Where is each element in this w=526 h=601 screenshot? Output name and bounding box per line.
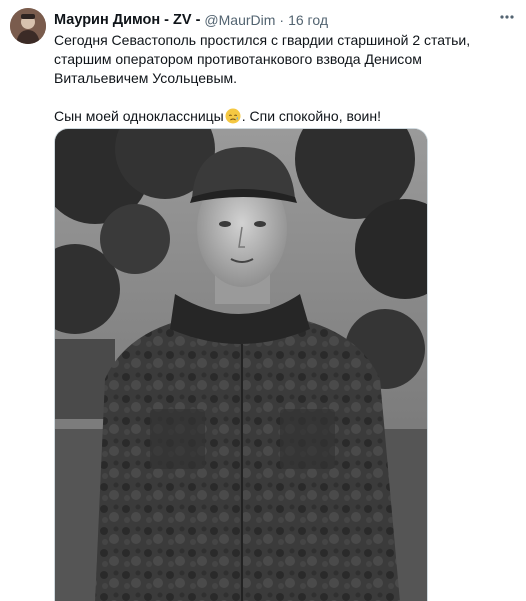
tweet-text-part: . Спи спокойно, воин! [241, 108, 381, 124]
separator-dot: · [279, 12, 285, 28]
tweet-text-part: Сын моей одноклассницы [54, 108, 224, 124]
tweet-text-paragraph-1: Сегодня Севастополь простился с гвардии … [54, 32, 471, 86]
avatar[interactable] [10, 8, 46, 44]
tweet-header: Маурин Димон - ZV - @MaurDim · 16 год [54, 10, 496, 30]
crying-face-emoji-icon [225, 108, 241, 124]
tweet: Маурин Димон - ZV - @MaurDim · 16 год Се… [0, 0, 526, 601]
portrait-photo-image [55, 129, 427, 601]
tweet-photo[interactable] [54, 128, 428, 601]
more-dots-icon[interactable] [498, 8, 516, 26]
tweet-text-paragraph-2: Сын моей одноклассницы . Спи спокойно, в… [54, 107, 520, 126]
user-handle[interactable]: @MaurDim [204, 12, 275, 28]
timestamp[interactable]: 16 год [288, 12, 328, 28]
display-name[interactable]: Маурин Димон - ZV - [54, 12, 200, 28]
tweet-text: Сегодня Севастополь простился с гвардии … [54, 31, 520, 126]
